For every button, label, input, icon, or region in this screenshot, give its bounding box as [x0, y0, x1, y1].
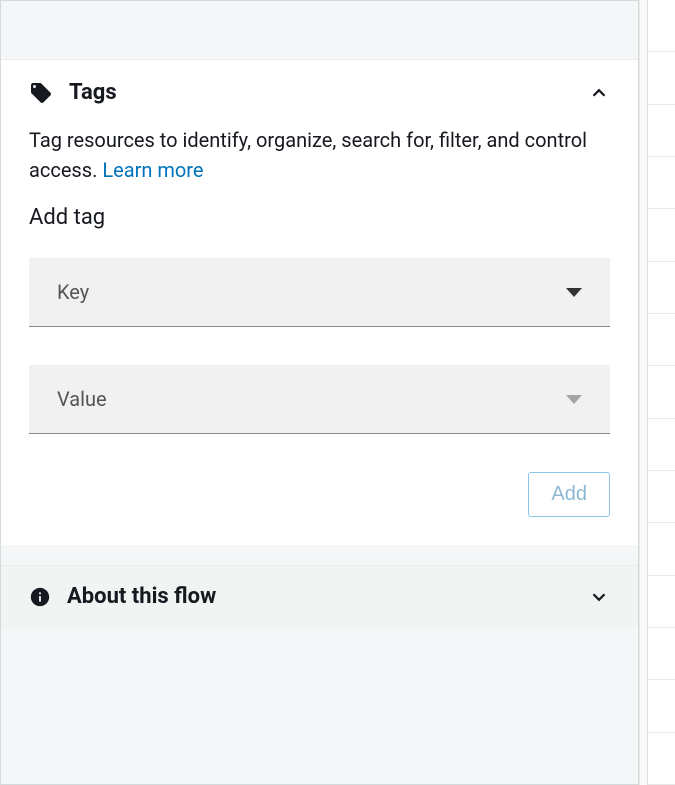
chevron-down-icon [588, 586, 610, 608]
strip-row [648, 314, 675, 366]
top-spacer [1, 1, 638, 59]
value-placeholder: Value [57, 387, 107, 411]
main-container: Tags Tag resources to identify, organize… [0, 0, 639, 785]
tags-panel-header[interactable]: Tags [1, 60, 638, 117]
strip-row [648, 419, 675, 471]
add-button[interactable]: Add [528, 472, 610, 517]
tags-panel: Tags Tag resources to identify, organize… [1, 59, 638, 545]
button-row: Add [29, 472, 610, 517]
strip-row [648, 0, 675, 52]
tags-title: Tags [69, 80, 117, 105]
value-select[interactable]: Value [29, 365, 610, 434]
divider-strip [639, 0, 647, 785]
caret-down-icon [566, 395, 582, 404]
info-icon [29, 586, 51, 608]
strip-row [648, 733, 675, 785]
strip-row [648, 262, 675, 314]
about-panel-header[interactable]: About this flow [1, 566, 638, 627]
tags-panel-title-group: Tags [29, 80, 588, 105]
strip-row [648, 366, 675, 418]
add-tag-label: Add tag [29, 205, 610, 230]
strip-row [648, 52, 675, 104]
learn-more-link[interactable]: Learn more [102, 158, 203, 182]
strip-row [648, 628, 675, 680]
about-panel: About this flow [1, 565, 638, 627]
chevron-up-icon [588, 82, 610, 104]
tags-panel-body: Tag resources to identify, organize, sea… [1, 117, 638, 545]
caret-down-icon [566, 288, 582, 297]
about-title: About this flow [67, 584, 588, 609]
strip-row [648, 157, 675, 209]
strip-row [648, 209, 675, 261]
right-strip [647, 0, 675, 785]
key-select[interactable]: Key [29, 258, 610, 327]
key-placeholder: Key [57, 280, 89, 304]
strip-row [648, 680, 675, 732]
strip-row [648, 105, 675, 157]
tags-description: Tag resources to identify, organize, sea… [29, 125, 610, 185]
strip-row [648, 576, 675, 628]
strip-row [648, 523, 675, 575]
tag-icon [29, 81, 53, 105]
strip-row [648, 471, 675, 523]
